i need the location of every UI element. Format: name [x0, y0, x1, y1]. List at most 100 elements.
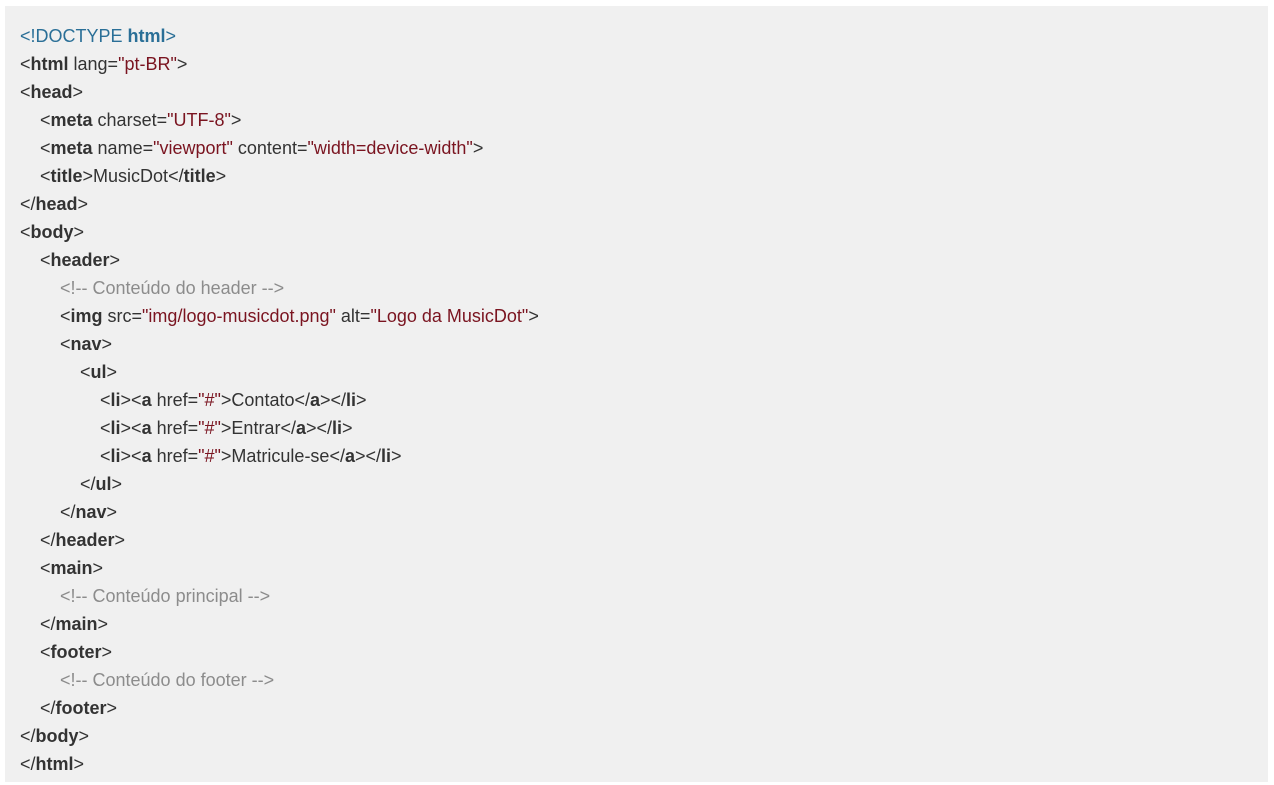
code-token-punct: > [111, 474, 123, 494]
code-token-tag: footer [55, 698, 107, 718]
code-token-punct: < [60, 306, 71, 326]
code-token-attr: href= [151, 446, 199, 466]
code-line: <meta charset="UTF-8"> [20, 106, 1268, 134]
code-token-punct: > [109, 250, 121, 270]
code-token-tag: li [346, 390, 357, 410]
code-token-val: "viewport" [153, 138, 233, 158]
code-token-punct: </ [80, 474, 96, 494]
code-line: <meta name="viewport" content="width=dev… [20, 134, 1268, 162]
code-token-val: "#" [198, 390, 221, 410]
code-token-punct: > [356, 390, 367, 410]
code-token-attr: href= [151, 418, 199, 438]
code-token-attr: content= [232, 138, 308, 158]
code-token-tag: meta [50, 110, 93, 130]
code-token-punct: > [92, 558, 104, 578]
code-token-tag: nav [70, 334, 102, 354]
code-token-tag: head [35, 194, 78, 214]
code-token-tag: meta [50, 138, 93, 158]
code-token-punct: </ [329, 446, 345, 466]
code-token-punct: >< [120, 390, 142, 410]
code-token-punct: > [106, 502, 118, 522]
code-token-tag: body [30, 222, 74, 242]
code-token-punct: </ [20, 194, 36, 214]
code-token-val: "width=device-width" [307, 138, 473, 158]
code-token-tag: nav [75, 502, 107, 522]
code-token-text: Matricule-se [231, 446, 330, 466]
code-line: <header> [20, 246, 1268, 274]
code-token-text: Entrar [231, 418, 281, 438]
code-token-punct: >< [120, 446, 142, 466]
code-line: <!-- Conteúdo do header --> [20, 274, 1268, 302]
code-token-tag: a [141, 390, 152, 410]
code-token-punct: </ [168, 166, 184, 186]
code-token-punct: ></ [305, 418, 333, 438]
code-token-val: "img/logo-musicdot.png" [142, 306, 336, 326]
code-line: </header> [20, 526, 1268, 554]
code-token-punct: > [220, 418, 232, 438]
code-line: </ul> [20, 470, 1268, 498]
code-token-tag: li [110, 418, 121, 438]
code-token-punct: </ [40, 698, 56, 718]
code-token-val: "Logo da MusicDot" [370, 306, 529, 326]
code-token-doctype-kw: html [127, 26, 166, 46]
code-token-tag: a [309, 390, 320, 410]
code-token-punct: </ [280, 418, 296, 438]
code-token-tag: footer [50, 642, 102, 662]
code-token-punct: > [82, 166, 94, 186]
code-token-tag: li [381, 446, 392, 466]
code-token-doctype: > [165, 26, 177, 46]
code-token-attr: src= [102, 306, 143, 326]
code-line: <head> [20, 78, 1268, 106]
code-token-attr: alt= [335, 306, 371, 326]
code-token-punct: < [80, 362, 91, 382]
code-token-punct: > [176, 54, 188, 74]
code-token-punct: < [40, 110, 51, 130]
code-token-text: Contato [231, 390, 295, 410]
code-token-tag: main [50, 558, 93, 578]
code-token-comment: <!-- Conteúdo do footer --> [60, 670, 275, 690]
code-token-tag: a [141, 446, 152, 466]
code-token-comment: <!-- Conteúdo do header --> [60, 278, 285, 298]
code-token-attr: charset= [92, 110, 168, 130]
code-token-punct: > [101, 642, 113, 662]
code-token-punct: > [77, 194, 89, 214]
code-token-punct: > [78, 726, 90, 746]
code-token-tag: li [110, 446, 121, 466]
code-token-punct: </ [20, 726, 36, 746]
code-token-punct: < [40, 138, 51, 158]
code-token-punct: > [73, 222, 85, 242]
code-line: <main> [20, 554, 1268, 582]
code-token-punct: < [20, 82, 31, 102]
code-token-punct: > [106, 362, 118, 382]
code-token-tag: title [50, 166, 83, 186]
code-token-punct: < [40, 642, 51, 662]
code-token-punct: > [528, 306, 539, 326]
code-token-tag: head [30, 82, 73, 102]
code-token-tag: ul [90, 362, 107, 382]
code-token-text: MusicDot [93, 166, 169, 186]
code-token-tag: title [183, 166, 216, 186]
code-line: </nav> [20, 498, 1268, 526]
code-token-tag: html [35, 754, 74, 774]
code-token-punct: > [114, 530, 126, 550]
code-token-tag: a [295, 418, 306, 438]
code-token-tag: li [332, 418, 343, 438]
code-token-attr: lang= [68, 54, 119, 74]
code-block: <!DOCTYPE html> <html lang="pt-BR"> <head>… [5, 6, 1268, 782]
code-line: <nav> [20, 330, 1268, 358]
code-token-tag: a [141, 418, 152, 438]
code-token-punct: > [472, 138, 484, 158]
code-token-punct: > [97, 614, 109, 634]
code-token-tag: main [55, 614, 98, 634]
code-line: </main> [20, 610, 1268, 638]
code-line: <html lang="pt-BR"> [20, 50, 1268, 78]
code-token-punct: > [72, 82, 84, 102]
code-token-attr: href= [151, 390, 199, 410]
code-token-tag: li [110, 390, 121, 410]
code-token-punct: > [106, 698, 118, 718]
code-token-punct: < [100, 418, 111, 438]
code-line: </body> [20, 722, 1268, 750]
code-token-punct: > [230, 110, 242, 130]
code-token-punct: ></ [320, 390, 347, 410]
code-line: </footer> [20, 694, 1268, 722]
